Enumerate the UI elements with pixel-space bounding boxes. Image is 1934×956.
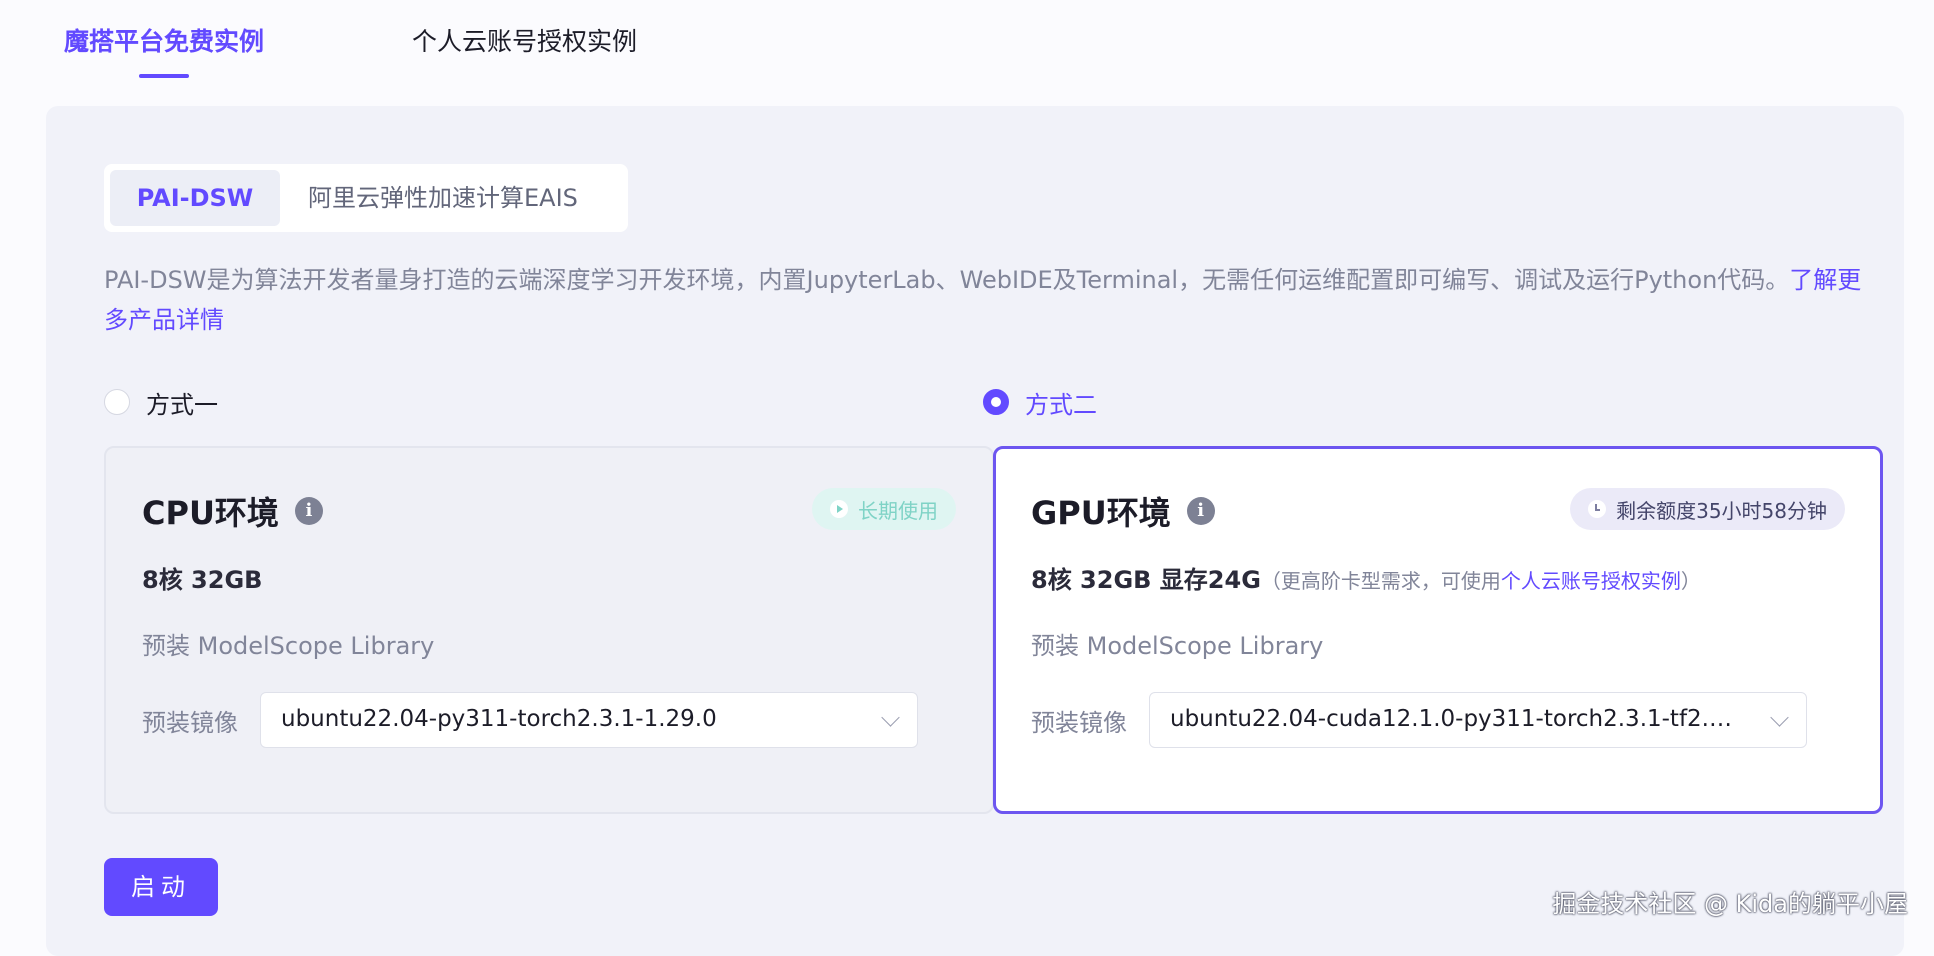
chevron-down-icon	[881, 708, 900, 727]
gpu-spec-note: （更高阶卡型需求，可使用个人云账号授权实例）	[1261, 569, 1701, 593]
personal-cloud-link[interactable]: 个人云账号授权实例	[1501, 569, 1681, 593]
product-description: PAI-DSW是为算法开发者量身打造的云端深度学习开发环境，内置JupyterL…	[104, 260, 1864, 340]
chevron-down-icon	[1770, 708, 1789, 727]
cpu-image-row: 预装镜像 ubuntu22.04-py311-torch2.3.1-1.29.0	[142, 692, 918, 748]
tab-personal-cloud-instance[interactable]: 个人云账号授权实例	[412, 26, 637, 58]
active-tab-indicator	[139, 74, 189, 78]
gpu-env-card[interactable]: GPU环境 i 剩余额度35小时58分钟 8核 32GB 显存24G（更高阶卡型…	[993, 446, 1883, 814]
gpu-image-label: 预装镜像	[1031, 708, 1127, 737]
cpu-title-text: CPU环境	[142, 494, 279, 532]
gpu-title-text: GPU环境	[1031, 494, 1171, 532]
cpu-spec: 8核 32GB	[142, 566, 263, 594]
cpu-image-label: 预装镜像	[142, 708, 238, 737]
cpu-env-card[interactable]: CPU环境 i 长期使用 8核 32GB 预装 ModelScope Libra…	[104, 446, 994, 814]
gpu-image-row: 预装镜像 ubuntu22.04-cuda12.1.0-py311-torch2…	[1031, 692, 1807, 748]
cpu-card-title: CPU环境 i	[142, 488, 323, 534]
watermark-text: 掘金技术社区 @ Kida的躺平小屋	[1552, 890, 1908, 918]
info-icon[interactable]: i	[294, 497, 323, 525]
clock-icon	[1588, 500, 1607, 518]
gpu-preinstall-text: 预装 ModelScope Library	[1031, 632, 1324, 660]
play-icon	[830, 500, 848, 518]
tab-modelscope-free-instance[interactable]: 魔搭平台免费实例	[64, 26, 264, 58]
cpu-preinstall-text: 预装 ModelScope Library	[142, 632, 435, 660]
top-tabs: 魔搭平台免费实例 个人云账号授权实例	[64, 20, 964, 80]
option-two-radio[interactable]: 方式二	[983, 386, 1097, 419]
remaining-quota-badge: 剩余额度35小时58分钟	[1570, 488, 1845, 530]
start-button[interactable]: 启动	[104, 858, 218, 916]
option-one-label: 方式一	[146, 390, 218, 419]
gpu-spec-text: 8核 32GB 显存24G	[1031, 566, 1261, 594]
info-icon[interactable]: i	[1186, 497, 1215, 525]
segment-eais[interactable]: 阿里云弹性加速计算EAIS	[308, 170, 578, 226]
cpu-image-select[interactable]: ubuntu22.04-py311-torch2.3.1-1.29.0	[260, 692, 918, 748]
gpu-card-title: GPU环境 i	[1031, 488, 1215, 534]
cpu-image-value: ubuntu22.04-py311-torch2.3.1-1.29.0	[281, 706, 717, 732]
radio-unchecked-icon[interactable]	[104, 389, 130, 415]
instance-panel: PAI-DSW 阿里云弹性加速计算EAIS PAI-DSW是为算法开发者量身打造…	[46, 106, 1904, 956]
gpu-spec: 8核 32GB 显存24G（更高阶卡型需求，可使用个人云账号授权实例）	[1031, 560, 1701, 595]
long-term-badge-label: 长期使用	[858, 498, 938, 523]
product-segmented-control: PAI-DSW 阿里云弹性加速计算EAIS	[104, 164, 628, 232]
gpu-image-select[interactable]: ubuntu22.04-cuda12.1.0-py311-torch2.3.1-…	[1149, 692, 1807, 748]
gpu-image-value: ubuntu22.04-cuda12.1.0-py311-torch2.3.1-…	[1170, 706, 1746, 732]
spec-note-prefix: （更高阶卡型需求，可使用	[1260, 569, 1501, 593]
long-term-badge: 长期使用	[812, 488, 956, 530]
option-two-label: 方式二	[1025, 390, 1097, 419]
radio-checked-icon[interactable]	[983, 389, 1009, 415]
option-one-radio[interactable]: 方式一	[104, 386, 218, 419]
segment-pai-dsw[interactable]: PAI-DSW	[110, 170, 280, 226]
spec-note-suffix: ）	[1680, 569, 1701, 593]
description-text: PAI-DSW是为算法开发者量身打造的云端深度学习开发环境，内置JupyterL…	[104, 266, 1790, 294]
remaining-quota-label: 剩余额度35小时58分钟	[1616, 498, 1827, 523]
